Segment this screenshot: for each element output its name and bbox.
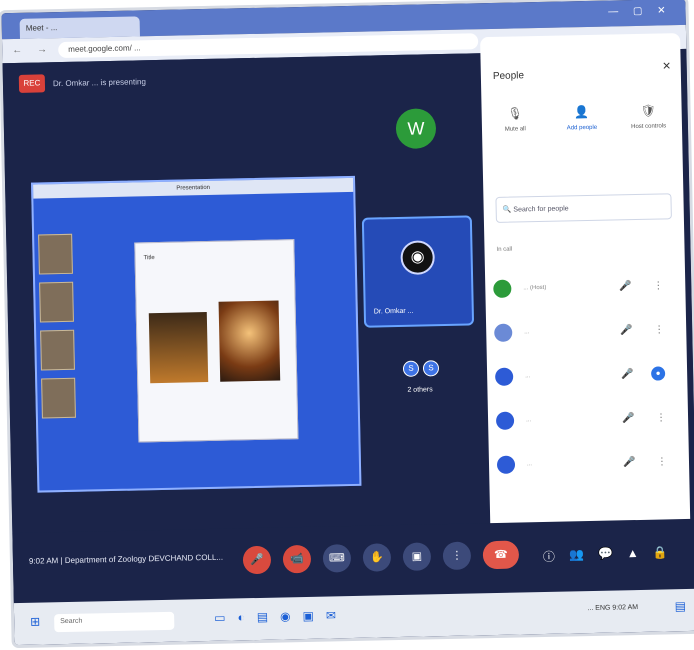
list-item[interactable]: ... 🎤 ⋮	[495, 395, 681, 443]
taskbar-apps: ▭ ◐ ▤ ◉ ▣ ✉	[214, 608, 336, 625]
windows-start-icon[interactable]: ⊞	[30, 615, 40, 629]
slide-canvas: Title	[134, 239, 299, 443]
slide-thumbnail	[38, 233, 73, 275]
panel-actions: 🎙 Mute all 👤 Add people 🛡 Host controls	[482, 103, 683, 133]
taskbar-search-input[interactable]: Search	[54, 611, 175, 633]
slide-title: Title	[143, 255, 155, 262]
raise-hand-button[interactable]: ✋	[362, 543, 392, 572]
person-name: ...	[526, 417, 532, 424]
activities-icon[interactable]: ▲	[627, 546, 639, 563]
shared-screen: Presentation Title	[31, 175, 362, 493]
host-lock-icon[interactable]: 🔒	[653, 545, 668, 562]
people-icon[interactable]: 👥	[569, 547, 584, 564]
system-tray: ... ENG 9:02 AM	[587, 604, 639, 613]
presenting-text: Dr. Omkar ... is presenting	[52, 76, 146, 88]
add-people-button[interactable]: 👤 Add people	[551, 104, 612, 131]
more-icon[interactable]: ●	[651, 366, 666, 381]
mic-icon[interactable]: 🎤	[622, 413, 635, 424]
person-add-icon: 👤	[574, 104, 590, 120]
more-icon[interactable]: ⋮	[653, 280, 663, 291]
avatar	[494, 367, 514, 386]
edge-icon[interactable]: ◐	[237, 610, 245, 624]
mic-icon[interactable]: 🎤	[621, 369, 634, 380]
browser-tab[interactable]: Meet - ...	[19, 16, 140, 39]
more-icon[interactable]: ⋮	[654, 324, 664, 335]
call-controls: 🎤 📹 ⌨ ✋ ▣ ⋮ ☎	[242, 540, 520, 575]
mic-off-icon: 🎙	[507, 106, 523, 121]
monitor-screen: Meet - ... — ▢ ✕ ← → ↻ meet.google.com/ …	[1, 0, 694, 646]
people-panel: People × 🎙 Mute all 👤 Add people 🛡 Host …	[480, 33, 691, 538]
slide-thumbnails	[38, 233, 76, 427]
avatar	[493, 279, 512, 298]
slide-thumbnail	[39, 281, 74, 323]
avatar	[495, 411, 515, 430]
captions-button[interactable]: ⌨	[322, 544, 352, 573]
person-name: ...	[526, 461, 533, 468]
slide-image	[148, 311, 209, 384]
chat-icon[interactable]: 💬	[598, 547, 613, 564]
shield-icon: 🛡	[640, 103, 657, 118]
person-name: ...	[524, 329, 530, 336]
person-name: ... (Host)	[523, 284, 547, 292]
taskview-icon[interactable]: ▭	[214, 611, 226, 625]
side-controls: ⓘ 👥 💬 ▲ 🔒	[543, 545, 668, 565]
obs-logo-icon: ◉	[400, 240, 436, 275]
explorer-icon[interactable]: ▤	[257, 610, 269, 624]
participant-avatar-tile: W	[359, 99, 471, 177]
avatar	[496, 455, 516, 474]
host-controls-label: Host controls	[631, 123, 667, 131]
avatar	[494, 323, 513, 342]
presenting-bar: REC Dr. Omkar ... is presenting	[18, 70, 146, 95]
mic-toggle-button[interactable]: 🎤	[242, 545, 272, 575]
presenter-tile[interactable]: ◉ Dr. Omkar ...	[361, 215, 475, 328]
search-placeholder: Search for people	[513, 205, 569, 214]
add-people-label: Add people	[566, 124, 598, 132]
leave-call-button[interactable]: ☎	[482, 540, 520, 570]
panel-title: People	[492, 70, 525, 82]
search-icon: 🔍	[502, 206, 512, 214]
mic-icon[interactable]: 🎤	[623, 457, 636, 468]
slide-thumbnail	[41, 377, 76, 419]
list-item[interactable]: ... 🎤 ●	[494, 351, 680, 399]
store-icon[interactable]: ▣	[302, 609, 314, 623]
list-item[interactable]: ... (Host) 🎤 ⋮	[493, 263, 678, 311]
people-list: ... (Host) 🎤 ⋮ ... 🎤 ⋮ ... 🎤 ● ... 🎤 ⋮ .…	[493, 263, 682, 487]
others-avatars: S S	[402, 360, 440, 377]
section-label: In call	[496, 246, 513, 253]
more-icon[interactable]: ⋮	[657, 456, 667, 467]
host-controls-button[interactable]: 🛡 Host controls	[618, 103, 679, 131]
present-button[interactable]: ▣	[402, 542, 432, 571]
window-controls[interactable]: — ▢ ✕	[608, 5, 672, 17]
mute-all-label: Mute all	[504, 126, 526, 133]
chrome-icon[interactable]: ◉	[280, 609, 291, 623]
avatar: S	[402, 360, 420, 377]
others-tile[interactable]: S S 2 others	[364, 333, 476, 435]
list-item[interactable]: ... 🎤 ⋮	[496, 439, 682, 487]
mute-all-button[interactable]: 🎙 Mute all	[485, 106, 546, 133]
shared-window-titlebar: Presentation	[33, 177, 354, 199]
rec-badge: REC	[18, 74, 46, 93]
avatar: W	[395, 108, 437, 149]
meeting-info: 9:02 AM | Department of Zoology DEVCHAND…	[28, 552, 224, 566]
list-item[interactable]: ... 🎤 ⋮	[494, 307, 679, 355]
info-icon[interactable]: ⓘ	[543, 548, 555, 565]
slide-thumbnail	[40, 329, 75, 371]
notification-icon[interactable]: ▤	[675, 599, 687, 613]
camera-toggle-button[interactable]: 📹	[282, 544, 312, 574]
presenter-name: Dr. Omkar ...	[373, 307, 414, 316]
mic-icon[interactable]: 🎤	[620, 325, 633, 336]
mail-icon[interactable]: ✉	[326, 608, 336, 622]
slide-image	[218, 300, 281, 382]
more-icon[interactable]: ⋮	[656, 412, 666, 423]
person-name: ...	[525, 373, 531, 380]
people-search-input[interactable]: 🔍 Search for people	[495, 193, 672, 223]
avatar: S	[422, 360, 440, 377]
mic-icon[interactable]: 🎤	[619, 281, 632, 292]
others-count: 2 others	[407, 386, 433, 394]
more-options-button[interactable]: ⋮	[442, 541, 472, 571]
close-icon[interactable]: ×	[662, 57, 671, 73]
